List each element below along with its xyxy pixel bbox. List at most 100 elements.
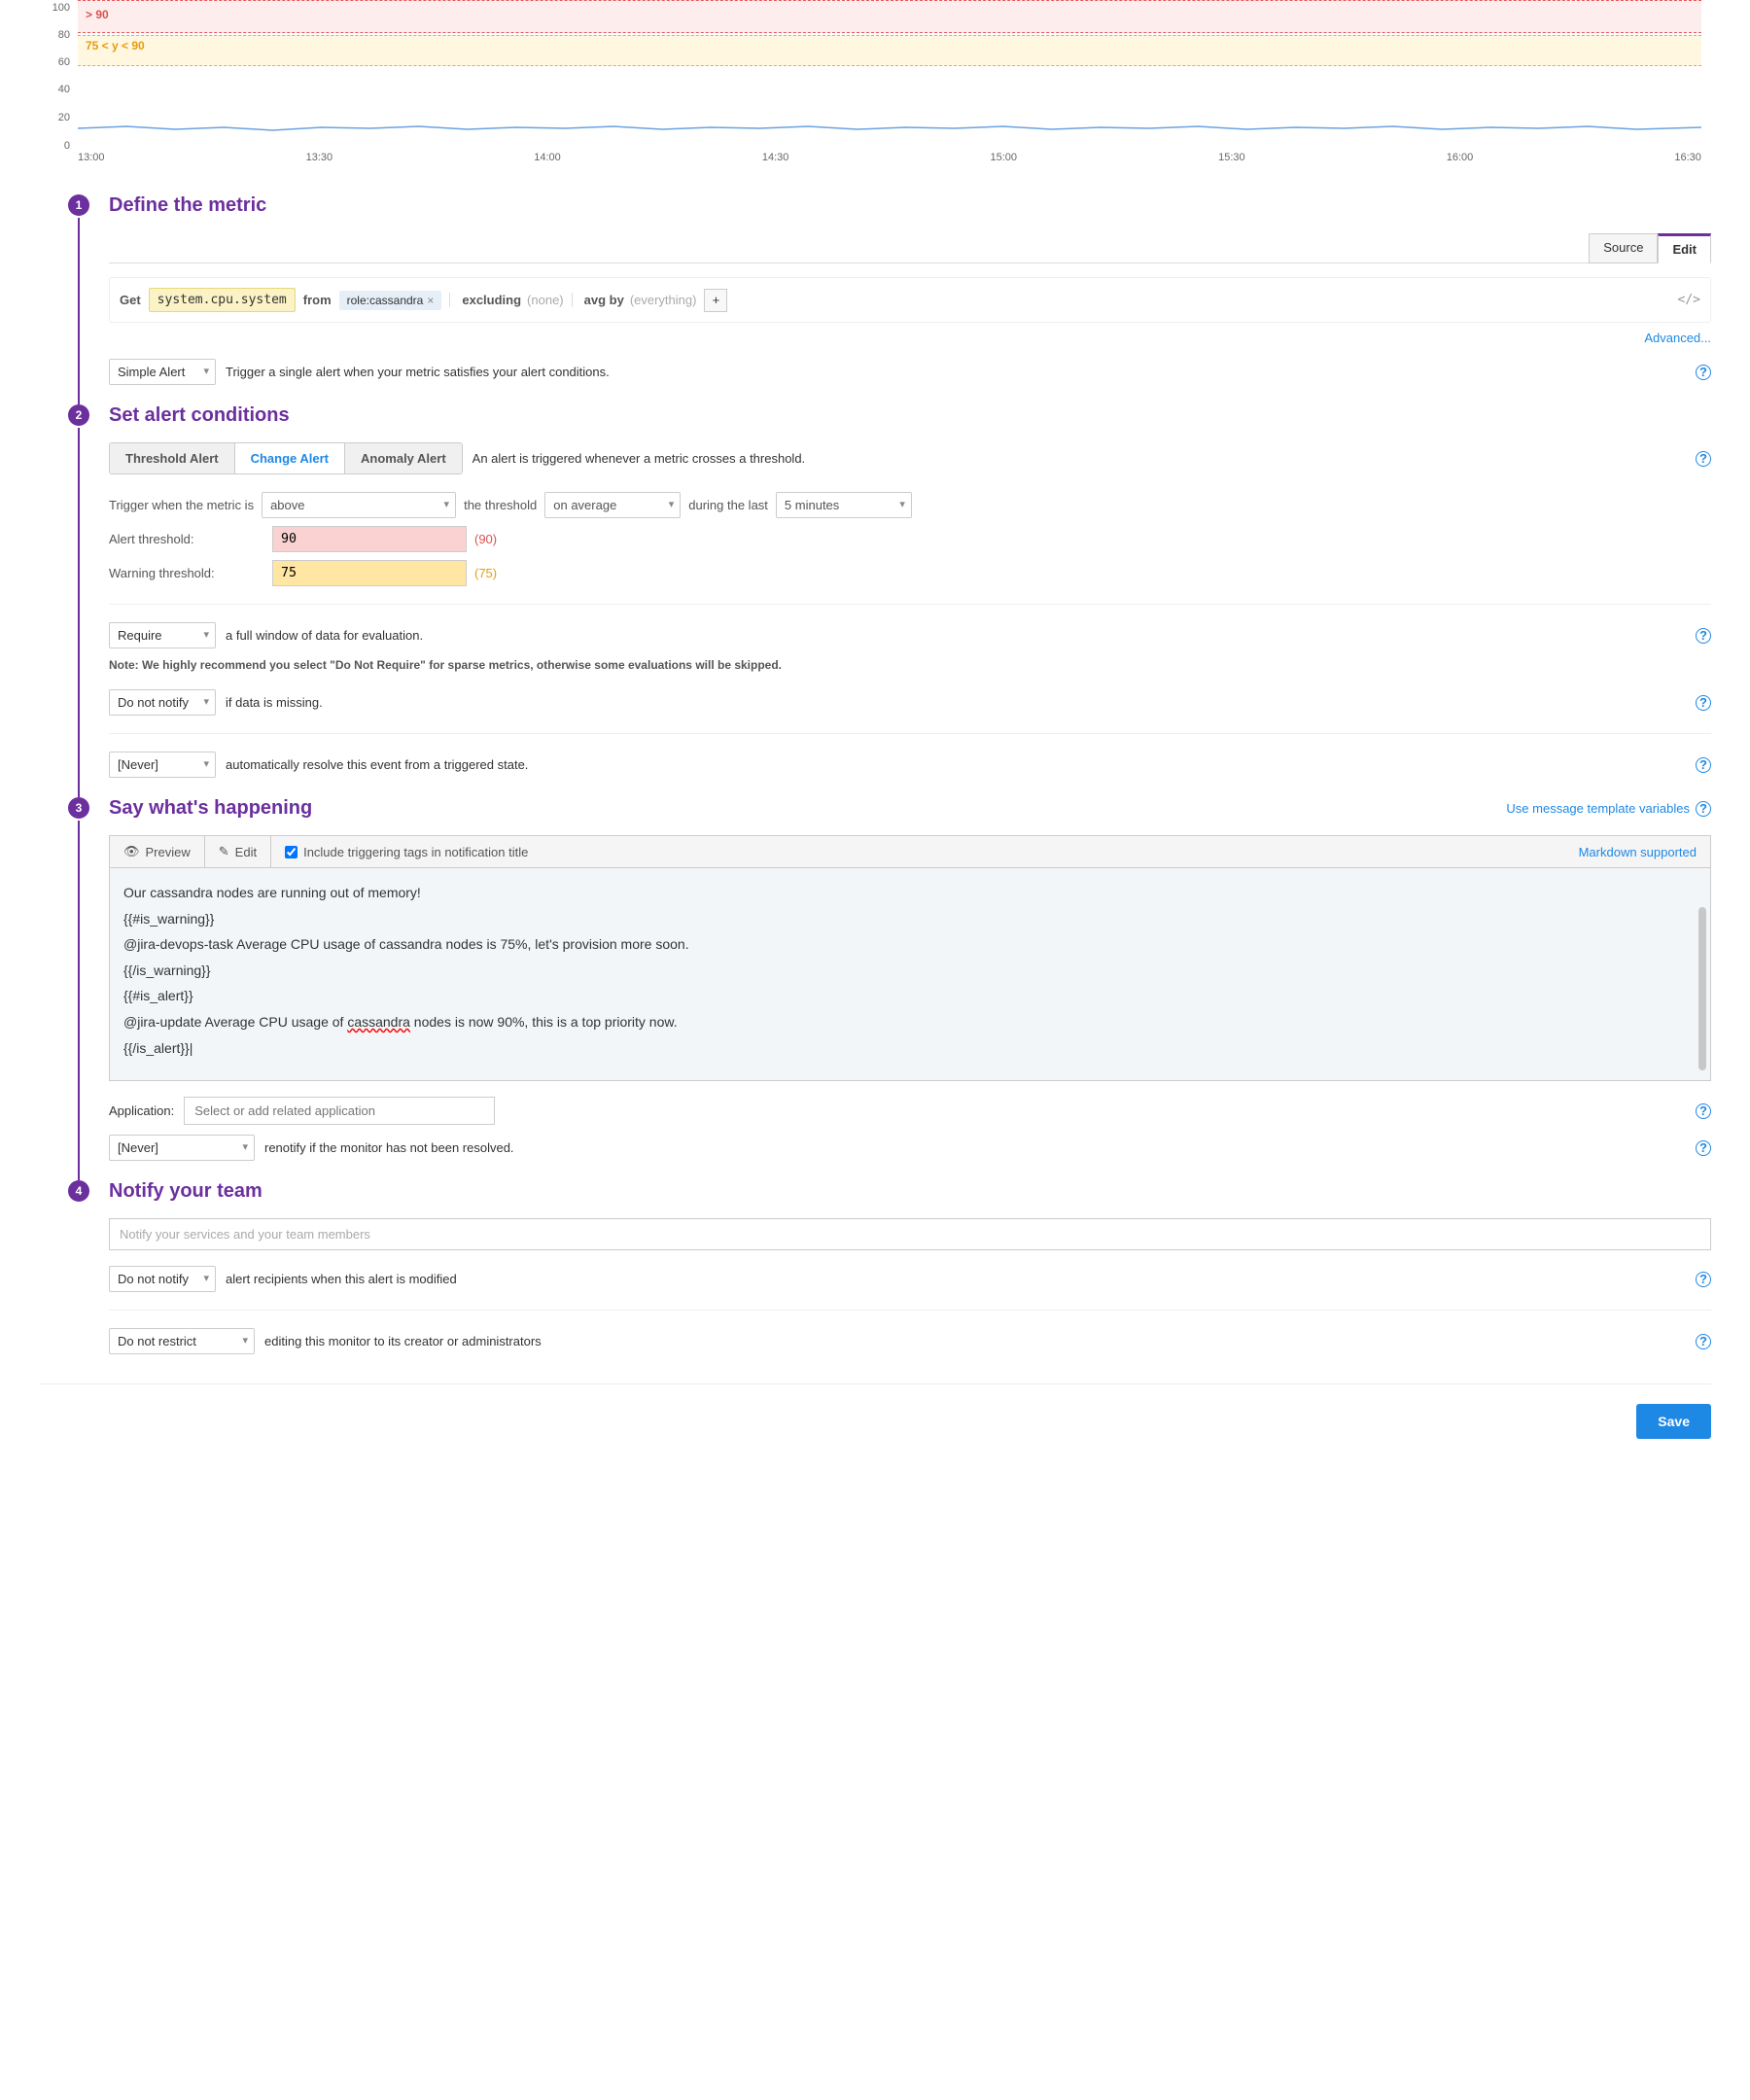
direction-select[interactable]: above bbox=[262, 492, 456, 518]
ytick: 60 bbox=[58, 56, 70, 68]
msg-line: @jira-devops-task Average CPU usage of c… bbox=[123, 936, 689, 952]
application-input[interactable] bbox=[184, 1097, 495, 1125]
xtick: 16:30 bbox=[1674, 152, 1701, 163]
avgby-value[interactable]: (everything) bbox=[630, 293, 697, 307]
help-icon[interactable]: ? bbox=[1696, 628, 1711, 644]
alert-type-desc: An alert is triggered whenever a metric … bbox=[472, 451, 806, 466]
step-badge-4: 4 bbox=[68, 1180, 89, 1202]
xtick: 15:00 bbox=[991, 152, 1018, 163]
msg-line: {{#is_warning}} bbox=[123, 911, 214, 927]
msg-line: Our cassandra nodes are running out of m… bbox=[123, 885, 421, 900]
step-badge-3: 3 bbox=[68, 797, 89, 819]
ytick: 40 bbox=[58, 84, 70, 95]
include-tags-checkbox[interactable] bbox=[285, 846, 298, 858]
tab-anomaly-alert[interactable]: Anomaly Alert bbox=[345, 443, 462, 473]
step-badge-1: 1 bbox=[68, 194, 89, 216]
alert-threshold-preview: (90) bbox=[474, 532, 497, 546]
alert-band-label: > 90 bbox=[86, 8, 109, 21]
pencil-icon: ✎ bbox=[219, 844, 229, 859]
restrict-editing-desc: editing this monitor to its creator or a… bbox=[264, 1334, 542, 1348]
auto-resolve-select[interactable]: [Never] bbox=[109, 752, 216, 778]
tag-text: role:cassandra bbox=[347, 294, 424, 307]
msg-line: {{/is_alert}}| bbox=[123, 1040, 192, 1056]
scope-tag[interactable]: role:cassandra× bbox=[339, 291, 442, 310]
msg-line: @jira-update Average CPU usage of cassan… bbox=[123, 1014, 678, 1030]
alert-threshold-label: Alert threshold: bbox=[109, 532, 264, 546]
markdown-supported-link[interactable]: Markdown supported bbox=[1565, 837, 1710, 867]
edit-label: Edit bbox=[235, 845, 257, 859]
metric-query-row: Get system.cpu.system from role:cassandr… bbox=[109, 277, 1711, 323]
metric-chart: > 90 75 < y < 90 100 80 60 40 20 0 13:00… bbox=[39, 0, 1711, 175]
message-editor[interactable]: Our cassandra nodes are running out of m… bbox=[109, 867, 1711, 1081]
help-icon[interactable]: ? bbox=[1696, 801, 1711, 817]
edit-tab[interactable]: ✎ Edit bbox=[205, 836, 271, 867]
warning-band-label: 75 < y < 90 bbox=[86, 39, 145, 52]
scrollbar[interactable] bbox=[1698, 907, 1706, 1070]
save-button[interactable]: Save bbox=[1636, 1404, 1711, 1439]
on-modify-notify-desc: alert recipients when this alert is modi… bbox=[226, 1272, 457, 1286]
ytick: 0 bbox=[64, 140, 70, 152]
warning-threshold-preview: (75) bbox=[474, 566, 497, 580]
tab-edit[interactable]: Edit bbox=[1658, 233, 1711, 263]
renotify-desc: renotify if the monitor has not been res… bbox=[264, 1140, 514, 1155]
code-toggle-icon[interactable]: </> bbox=[1678, 293, 1700, 307]
restrict-editing-select[interactable]: Do not restrict bbox=[109, 1328, 255, 1354]
step4-title: Notify your team bbox=[109, 1180, 1711, 1203]
require-window-select[interactable]: Require bbox=[109, 622, 216, 648]
help-icon[interactable]: ? bbox=[1696, 1140, 1711, 1156]
ytick: 80 bbox=[58, 29, 70, 41]
missing-data-select[interactable]: Do not notify bbox=[109, 689, 216, 716]
avgby-label: avg by bbox=[584, 293, 624, 307]
help-icon[interactable]: ? bbox=[1696, 365, 1711, 380]
template-variables-link[interactable]: Use message template variables bbox=[1506, 801, 1690, 816]
metric-chip[interactable]: system.cpu.system bbox=[149, 288, 296, 312]
xtick: 16:00 bbox=[1447, 152, 1474, 163]
advanced-link[interactable]: Advanced... bbox=[1644, 331, 1711, 345]
tab-change-alert[interactable]: Change Alert bbox=[235, 443, 345, 473]
help-icon[interactable]: ? bbox=[1696, 1272, 1711, 1287]
renotify-select[interactable]: [Never] bbox=[109, 1135, 255, 1161]
step3-title: Say what's happening bbox=[109, 797, 312, 820]
trigger-prefix: Trigger when the metric is bbox=[109, 498, 254, 512]
xtick: 15:30 bbox=[1218, 152, 1245, 163]
remove-tag-icon[interactable]: × bbox=[427, 294, 434, 307]
include-tags-label: Include triggering tags in notification … bbox=[303, 845, 528, 859]
application-label: Application: bbox=[109, 1103, 174, 1118]
warning-threshold-label: Warning threshold: bbox=[109, 566, 264, 580]
query-get-label: Get bbox=[120, 293, 141, 307]
xtick: 14:30 bbox=[762, 152, 789, 163]
msg-line: {{/is_warning}} bbox=[123, 962, 211, 978]
msg-line: {{#is_alert}} bbox=[123, 988, 193, 1003]
help-icon[interactable]: ? bbox=[1696, 1334, 1711, 1349]
warning-threshold-input[interactable] bbox=[272, 560, 467, 586]
eye-icon: 👁 bbox=[123, 844, 140, 859]
step-badge-2: 2 bbox=[68, 404, 89, 426]
x-axis: 13:00 13:30 14:00 14:30 15:00 15:30 16:0… bbox=[78, 152, 1701, 163]
alert-threshold-input[interactable] bbox=[272, 526, 467, 552]
xtick: 14:00 bbox=[534, 152, 561, 163]
during-word: during the last bbox=[688, 498, 768, 512]
on-modify-notify-select[interactable]: Do not notify bbox=[109, 1266, 216, 1292]
step2-title: Set alert conditions bbox=[109, 404, 1711, 427]
tab-threshold-alert[interactable]: Threshold Alert bbox=[110, 443, 235, 473]
xtick: 13:00 bbox=[78, 152, 105, 163]
help-icon[interactable]: ? bbox=[1696, 1103, 1711, 1119]
excluding-label: excluding bbox=[462, 293, 521, 307]
notify-recipients-input[interactable]: Notify your services and your team membe… bbox=[109, 1218, 1711, 1250]
add-query-button[interactable]: + bbox=[704, 289, 727, 312]
query-from-label: from bbox=[303, 293, 332, 307]
chart-series bbox=[78, 0, 1701, 140]
ytick: 20 bbox=[58, 112, 70, 123]
aggregation-select[interactable]: on average bbox=[544, 492, 681, 518]
window-select[interactable]: 5 minutes bbox=[776, 492, 912, 518]
auto-resolve-desc: automatically resolve this event from a … bbox=[226, 757, 528, 772]
tab-source[interactable]: Source bbox=[1589, 233, 1658, 263]
preview-tab[interactable]: 👁 Preview bbox=[110, 836, 205, 867]
help-icon[interactable]: ? bbox=[1696, 757, 1711, 773]
alert-mode-desc: Trigger a single alert when your metric … bbox=[226, 365, 610, 379]
excluding-value[interactable]: (none) bbox=[527, 293, 564, 307]
help-icon[interactable]: ? bbox=[1696, 451, 1711, 467]
help-icon[interactable]: ? bbox=[1696, 695, 1711, 711]
alert-mode-select[interactable]: Simple Alert bbox=[109, 359, 216, 385]
preview-label: Preview bbox=[146, 845, 191, 859]
